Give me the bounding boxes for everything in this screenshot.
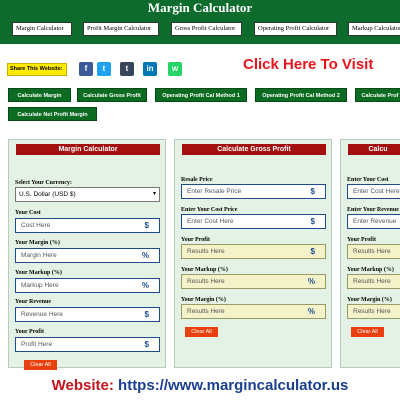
field-label: Enter Your Cost [347,177,389,183]
panel-title: Calcu [348,144,400,155]
nav-markup-calculator[interactable]: Markup Calculator [348,22,400,36]
click-here-to-visit-link[interactable]: Click Here To Visit [243,56,373,73]
panel-title: Margin Calculator [16,144,160,155]
margin-input[interactable]: Margin Here% [15,248,160,263]
margin-result-text: Results Here [187,308,225,315]
field-label: Resale Price [181,177,213,183]
field-label: Your Profit [347,237,376,243]
field-label: Your Markup (%) [347,267,394,273]
cost-placeholder: Enter Cost Here [353,188,400,195]
resale-price-placeholder: Enter Resale Price [187,188,242,195]
gross-profit-panel: Calculate Gross Profit Resale Price Ente… [174,139,332,368]
revenue-placeholder: Enter Revenue [353,218,397,225]
profit-result-text: Results Here [353,248,391,255]
revenue-input[interactable]: Enter Revenue [347,214,400,229]
field-label: Your Markup (%) [181,267,228,273]
margin-result: Results Here% [181,304,326,319]
margin-calculator-panel: Margin Calculator Select Your Currency: … [8,139,166,370]
tumblr-icon[interactable]: t [120,62,134,76]
chevron-down-icon: ▾ [152,191,156,197]
nav-margin-calculator[interactable]: Margin Calculator [12,22,72,36]
percent-icon: % [307,277,315,286]
calculate-profit-button[interactable]: Calculate Prof [355,88,400,102]
nav-gross-profit-calculator[interactable]: Gross Profit Calculator [171,22,242,36]
percent-icon: % [141,281,149,290]
field-label: Enter Your Revenue [347,207,399,213]
field-label: Your Profit [15,329,44,335]
markup-result: Results Here% [181,274,326,289]
field-label: Your Cost [15,210,41,216]
website-label: Website: [51,377,114,394]
clear-all-button[interactable]: Clear All [351,327,384,337]
percent-icon: % [141,251,149,260]
page-title: Margin Calculator [147,0,253,15]
cost-input[interactable]: Enter Cost Here [347,184,400,199]
dollar-icon: $ [310,247,315,256]
dollar-icon: $ [144,310,149,319]
cost-price-placeholder: Enter Cost Here [187,218,234,225]
resale-price-input[interactable]: Enter Resale Price $ [181,184,326,199]
profit-input[interactable]: Profit Here $ [15,337,160,352]
facebook-icon[interactable]: f [79,62,93,76]
website-url-link[interactable]: https://www.margincalculator.us [118,377,348,394]
field-label: Your Revenue [15,299,52,305]
operating-profit-method-2-button[interactable]: Operating Profit Cal Method 2 [255,88,347,102]
profit-result: Results Here $ [181,244,326,259]
markup-result: Results Here [347,274,400,289]
margin-result-text: Results Here [353,308,391,315]
currency-value: U.S. Dollar (USD $) [19,191,76,198]
profit-result: Results Here [347,244,400,259]
markup-result-text: Results Here [353,278,391,285]
markup-input[interactable]: Markup Here% [15,278,160,293]
dollar-icon: $ [144,221,149,230]
markup-result-text: Results Here [187,278,225,285]
field-label: Your Margin (%) [15,240,60,246]
calculate-margin-button[interactable]: Calculate Margin [8,88,71,102]
operating-profit-panel: Calcu Enter Your Cost Enter Cost Here En… [340,139,400,368]
margin-result: Results Here [347,304,400,319]
website-footer: Website: https://www.margincalculator.us [0,377,400,394]
calculate-net-profit-margin-button[interactable]: Calculate Net Profit Margin [8,107,97,121]
cost-placeholder: Cost Here [21,222,51,229]
field-label: Your Margin (%) [347,297,392,303]
currency-select[interactable]: U.S. Dollar (USD $) ▾ [15,187,160,202]
share-label: Share This Website: [7,63,67,76]
panel-title: Calculate Gross Profit [182,144,326,155]
whatsapp-icon[interactable]: w [168,62,182,76]
dollar-icon: $ [310,217,315,226]
clear-all-button[interactable]: Clear All [24,360,57,370]
markup-placeholder: Markup Here [21,282,59,289]
nav-profit-margin-calculator[interactable]: Profit Margin Calculator [83,22,159,36]
clear-all-button[interactable]: Clear All [185,327,218,337]
operating-profit-method-1-button[interactable]: Operating Profit Cal Method 1 [155,88,247,102]
dollar-icon: $ [310,187,315,196]
field-label: Your Profit [181,237,210,243]
header-bar: Margin Calculator Margin Calculator Prof… [0,0,400,44]
cost-input[interactable]: Cost Here $ [15,218,160,233]
currency-label: Select Your Currency: [15,180,72,186]
cost-price-input[interactable]: Enter Cost Here $ [181,214,326,229]
margin-placeholder: Margin Here [21,252,57,259]
twitter-icon[interactable]: t [97,62,111,76]
field-label: Your Markup (%) [15,270,62,276]
nav-operating-profit-calculator[interactable]: Operating Profit Calculator [254,22,337,36]
revenue-placeholder: Revenue Here [21,311,63,318]
revenue-input[interactable]: Revenue Here $ [15,307,160,322]
field-label: Enter Your Cost Price [181,207,238,213]
percent-icon: % [307,307,315,316]
field-label: Your Margin (%) [181,297,226,303]
calculate-gross-profit-button[interactable]: Calculate Gross Profit [77,88,147,102]
profit-result-text: Results Here [187,248,225,255]
dollar-icon: $ [144,340,149,349]
profit-placeholder: Profit Here [21,341,53,348]
linkedin-icon[interactable]: in [143,62,157,76]
